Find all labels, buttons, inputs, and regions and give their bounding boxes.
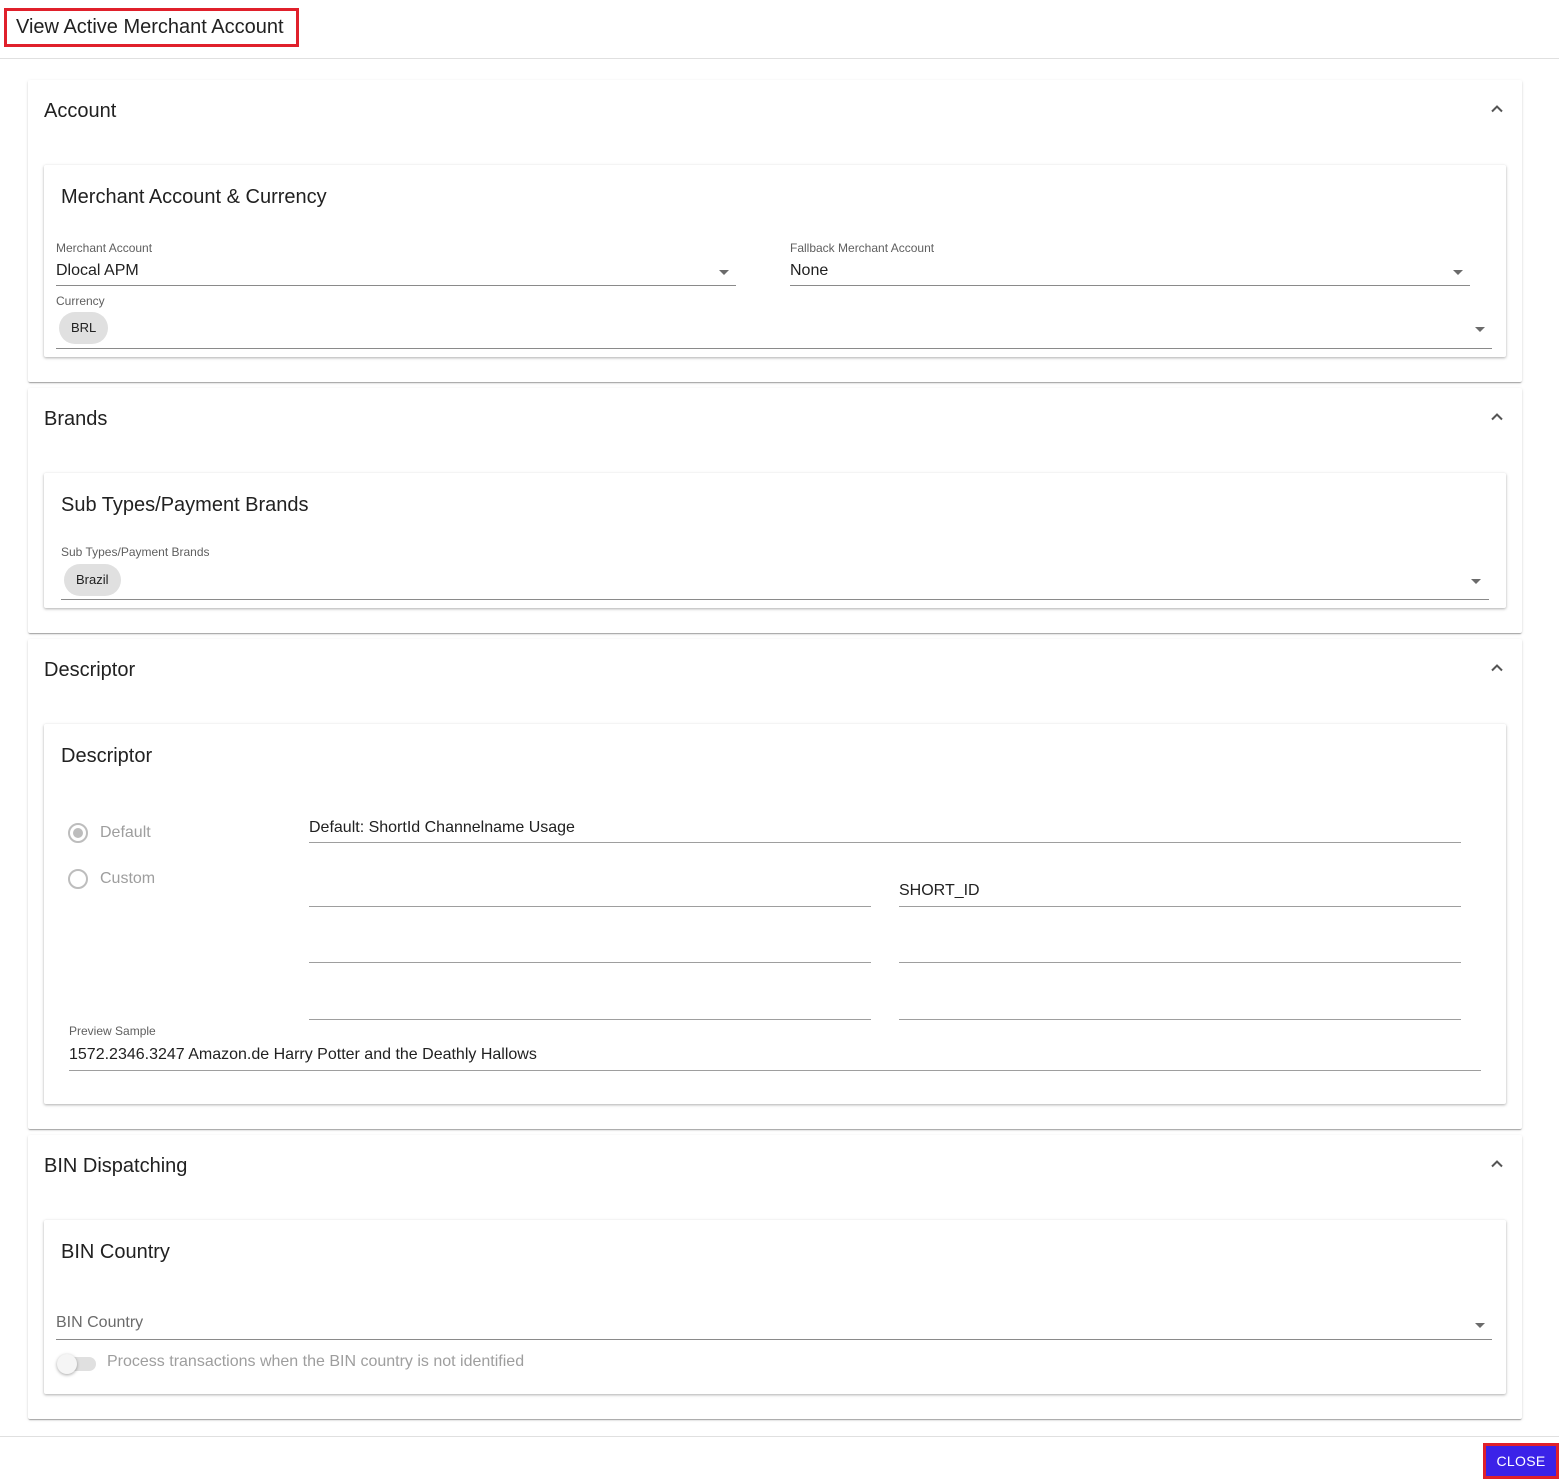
field-underline	[56, 285, 736, 286]
field-value: None	[790, 262, 829, 279]
field-underline	[309, 842, 1461, 843]
brands-panel: Brands Sub Types/Payment Brands Sub Type…	[28, 388, 1522, 633]
chevron-up-icon[interactable]	[1490, 661, 1504, 675]
field-underline	[899, 1019, 1461, 1020]
bin-country-placeholder: BIN Country	[56, 1314, 144, 1331]
sub-type-chip: Brazil	[64, 564, 121, 596]
close-button[interactable]: CLOSE	[1483, 1443, 1559, 1479]
caret-down-icon	[1453, 270, 1463, 275]
bin-dispatching-panel: BIN Dispatching BIN Country BIN Country …	[28, 1135, 1522, 1419]
footer-divider	[0, 1436, 1559, 1437]
field-underline	[790, 285, 1470, 286]
toggle-label: Process transactions when the BIN countr…	[107, 1353, 525, 1370]
field-value: SHORT_ID	[899, 882, 980, 899]
field-label: Fallback Merchant Account	[790, 241, 935, 255]
sub-types-card: Sub Types/Payment Brands Sub Types/Payme…	[44, 473, 1506, 608]
field-value: Default: ShortId Channelname Usage	[309, 819, 575, 836]
descriptor-panel: Descriptor Descriptor Default Custom Def…	[28, 639, 1522, 1129]
chevron-up-icon[interactable]	[1490, 410, 1504, 424]
field-underline	[69, 1070, 1481, 1071]
brands-panel-title: Brands	[44, 408, 108, 430]
descriptor-panel-title: Descriptor	[44, 659, 136, 681]
chevron-up-icon[interactable]	[1490, 102, 1504, 116]
card-title: Sub Types/Payment Brands	[61, 494, 309, 516]
chevron-up-icon[interactable]	[1490, 1157, 1504, 1171]
field-label: Sub Types/Payment Brands	[61, 545, 210, 559]
field-underline	[309, 906, 871, 907]
field-value: Dlocal APM	[56, 262, 139, 279]
field-label: Preview Sample	[69, 1024, 156, 1038]
card-title: BIN Country	[61, 1241, 170, 1263]
account-panel-title: Account	[44, 100, 117, 122]
merchant-account-card: Merchant Account & Currency Merchant Acc…	[44, 165, 1506, 357]
card-title: Merchant Account & Currency	[61, 186, 327, 208]
field-underline	[56, 1339, 1492, 1340]
account-panel: Account Merchant Account & Currency Merc…	[28, 80, 1522, 382]
field-underline	[61, 599, 1489, 600]
default-radio[interactable]	[68, 823, 88, 843]
caret-down-icon	[1471, 579, 1481, 584]
page-title: View Active Merchant Account	[4, 8, 299, 47]
field-underline	[309, 1019, 871, 1020]
bin-dispatching-panel-title: BIN Dispatching	[44, 1155, 188, 1177]
field-underline	[899, 906, 1461, 907]
descriptor-card: Descriptor Default Custom Default: Short…	[44, 724, 1506, 1104]
field-value: 1572.2346.3247 Amazon.de Harry Potter an…	[69, 1046, 537, 1063]
field-label: Merchant Account	[56, 241, 153, 255]
header-divider	[0, 58, 1559, 59]
field-underline	[309, 962, 871, 963]
currency-chip: BRL	[59, 312, 109, 344]
field-label: Currency	[56, 294, 105, 308]
radio-label: Custom	[100, 870, 156, 887]
field-underline	[56, 348, 1492, 349]
caret-down-icon	[1475, 327, 1485, 332]
bin-country-card: BIN Country BIN Country Process transact…	[44, 1220, 1506, 1394]
toggle-thumb[interactable]	[57, 1354, 77, 1374]
field-underline	[899, 962, 1461, 963]
custom-radio[interactable]	[68, 869, 88, 889]
radio-label: Default	[100, 824, 151, 841]
caret-down-icon	[719, 270, 729, 275]
caret-down-icon	[1475, 1323, 1485, 1328]
card-title: Descriptor	[61, 745, 153, 767]
